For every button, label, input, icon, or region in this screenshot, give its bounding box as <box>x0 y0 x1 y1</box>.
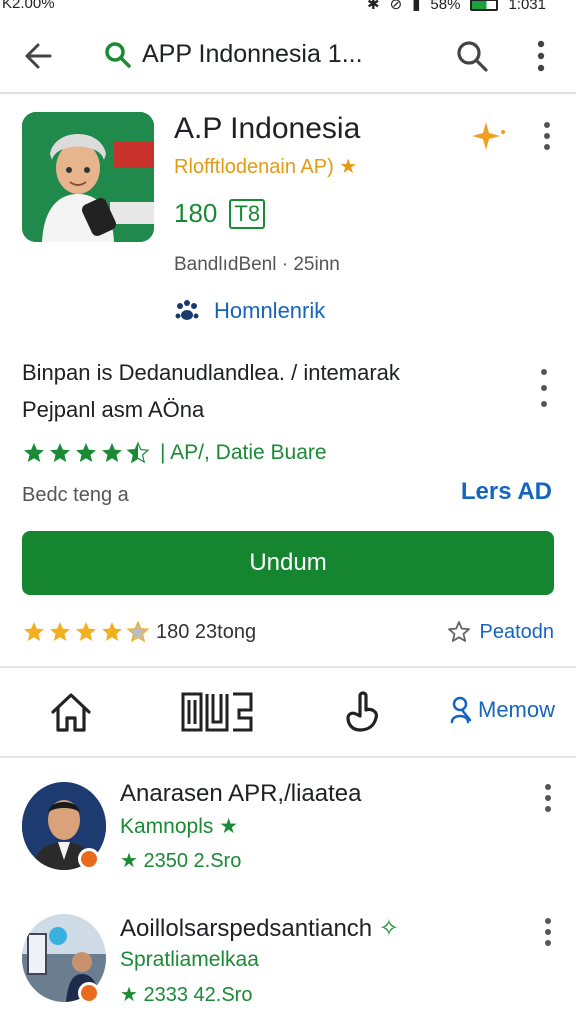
rate-app-button[interactable]: Peatodn <box>447 620 554 644</box>
app-more-button[interactable] <box>534 120 560 152</box>
paw-icon <box>175 300 199 320</box>
badge-icon <box>78 848 100 870</box>
app-icon[interactable] <box>22 112 154 242</box>
star-icon <box>76 622 96 641</box>
star-icon <box>24 443 44 462</box>
search-icon <box>105 41 131 68</box>
more-vertical-icon <box>537 40 545 72</box>
bluetooth-icon: ✱ <box>367 0 380 13</box>
rate-app-label: Peatodn <box>479 620 554 643</box>
rating-stars <box>22 441 150 465</box>
tap-button[interactable] <box>340 688 386 736</box>
app-rating-row: | AP/, Datie Buare <box>22 441 327 465</box>
star-icon <box>50 443 70 462</box>
mute-icon: ⊘ <box>389 0 403 13</box>
item-title: Anarasen APR,/liaatea <box>120 780 362 807</box>
more-vertical-icon <box>541 369 547 407</box>
search-button[interactable] <box>452 36 492 76</box>
developer-name[interactable]: Rlofftlodenain AP) ★ <box>174 154 357 179</box>
clock: 1:031 <box>508 0 546 13</box>
item-subtitle: Kamnopls ★ <box>120 815 239 838</box>
learn-more-link[interactable]: Lers AD <box>461 478 552 506</box>
category-label: Homnlenrik <box>214 298 326 323</box>
arrow-left-icon <box>25 43 52 69</box>
qr-code-icon <box>181 692 253 732</box>
app-category[interactable]: Homnlenrik <box>174 298 325 324</box>
size-badge: T8 <box>229 198 266 229</box>
star-icon <box>76 443 96 462</box>
item-more-button[interactable] <box>536 782 560 814</box>
item-more-button[interactable] <box>536 916 560 948</box>
description-more-button[interactable] <box>530 366 558 410</box>
battery-icon <box>470 0 499 11</box>
item-title: Aoillolsarspedsantianch ✧ <box>120 915 399 942</box>
install-button[interactable]: Undum <box>22 531 554 595</box>
review-stars <box>22 620 150 644</box>
star-icon <box>50 622 70 641</box>
status-bar: K2.00% ✱ ⊘ ▮ 58% 1:031 <box>0 0 576 14</box>
status-indicators: ✱ ⊘ ▮ 58% 1:031 <box>367 0 546 13</box>
overflow-menu-button[interactable] <box>524 36 558 76</box>
battery-percent: 58% <box>430 0 461 13</box>
star-icon <box>126 441 150 464</box>
follow-label: Memow <box>478 697 556 722</box>
list-item[interactable]: Aoillolsarspedsantianch ✧ Spratliamelkaa… <box>0 904 576 1014</box>
reviews-row: 180 23tong Peatodn <box>22 620 554 648</box>
home-icon <box>51 693 91 732</box>
star-icon <box>126 620 150 643</box>
home-button[interactable] <box>46 688 96 736</box>
star-outline-icon <box>448 621 471 642</box>
size-number: 180 <box>174 198 218 228</box>
verified-star-icon: ✧ <box>378 915 399 942</box>
search-query-chip[interactable]: APP Indonnesia 1... <box>104 40 363 69</box>
rating-text: | AP/, Datie Buare <box>160 441 327 464</box>
divider <box>0 756 576 758</box>
more-vertical-icon <box>545 784 551 812</box>
action-icons-row: Memow <box>0 668 576 756</box>
tap-hand-icon <box>346 691 378 732</box>
people-icon <box>450 696 472 724</box>
star-icon <box>102 622 122 641</box>
description-line-2: Pejpanl asm AÖna <box>22 397 205 422</box>
list-item[interactable]: Anarasen APR,/liaatea Kamnopls ★ ★ 2350 … <box>0 770 576 880</box>
item-subtitle: Spratliamelkaa <box>120 948 259 971</box>
search-icon <box>457 41 488 72</box>
follow-button[interactable]: Memow <box>448 696 555 724</box>
star-icon <box>24 622 44 641</box>
item-rating: ★ 2333 42.Sro <box>120 984 253 1006</box>
app-mascot-icon <box>22 112 154 242</box>
more-vertical-icon <box>545 918 551 946</box>
back-button[interactable] <box>20 36 60 76</box>
more-vertical-icon <box>544 122 550 150</box>
app-description[interactable]: Binpan is Dedanudlandlea. / intemarak Pe… <box>22 354 522 428</box>
app-title: A.P Indonesia <box>174 112 361 145</box>
top-app-bar: APP Indonnesia 1... <box>0 18 576 94</box>
app-size-info: 180 T8 <box>174 198 266 229</box>
search-query-text: APP Indonnesia 1... <box>142 40 363 68</box>
qr-code-button[interactable] <box>178 688 256 736</box>
sparkle-icon <box>472 122 505 150</box>
review-count: 180 23tong <box>156 621 257 643</box>
app-meta: BandlıdBenl · 25inn <box>174 254 340 275</box>
star-icon <box>102 443 122 462</box>
badge-icon <box>78 982 100 1004</box>
status-left-text: K2.00% <box>2 0 55 12</box>
item-rating: ★ 2350 2.Sro <box>120 850 242 872</box>
installs-text: Bedc teng a <box>22 484 129 506</box>
wishlist-button[interactable] <box>470 120 506 152</box>
description-line-1: Binpan is Dedanudlandlea. / intemarak <box>22 360 400 385</box>
signal-icon: ▮ <box>412 0 421 13</box>
